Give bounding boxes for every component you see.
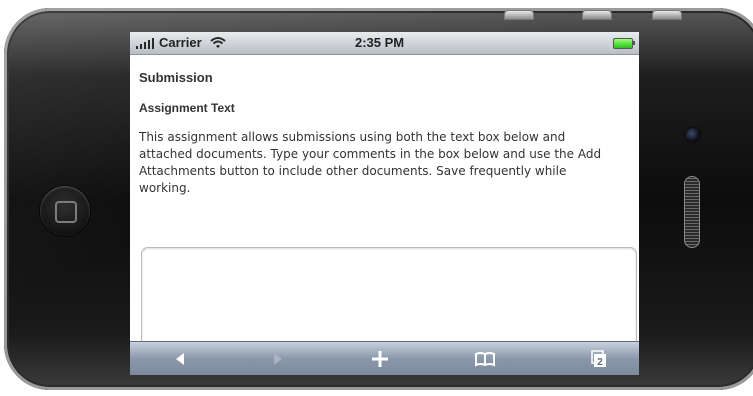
add-button[interactable] — [360, 347, 400, 371]
bookmarks-icon — [475, 352, 495, 367]
svg-text:2: 2 — [597, 357, 603, 368]
speaker-grille — [684, 176, 700, 248]
section-title: Assignment Text — [139, 101, 235, 115]
browser-toolbar: 2 — [130, 341, 639, 375]
volume-button — [582, 10, 612, 20]
back-arrow-icon — [176, 353, 184, 365]
page-title: Submission — [139, 70, 213, 85]
home-square-icon — [55, 201, 77, 223]
plus-icon — [372, 351, 388, 367]
wifi-icon — [210, 37, 226, 48]
forward-button — [258, 347, 298, 371]
back-button[interactable] — [160, 347, 200, 371]
lock-button — [652, 10, 682, 20]
status-time: 2:35 PM — [355, 35, 405, 50]
bookmarks-button[interactable] — [465, 347, 505, 371]
volume-button — [504, 10, 534, 20]
pages-button[interactable]: 2 — [578, 347, 618, 371]
carrier-name: Carrier — [159, 35, 202, 50]
signal-bars-icon — [136, 38, 154, 49]
pages-icon: 2 — [591, 350, 606, 368]
screen: Carrier 2:35 PM Submission Assignment Te… — [130, 32, 639, 375]
battery-icon — [613, 38, 635, 49]
home-button[interactable] — [40, 186, 90, 236]
forward-arrow-icon — [274, 353, 282, 365]
status-bar: Carrier 2:35 PM — [130, 32, 639, 55]
front-camera — [686, 128, 700, 142]
assignment-description: This assignment allows submissions using… — [139, 130, 602, 195]
